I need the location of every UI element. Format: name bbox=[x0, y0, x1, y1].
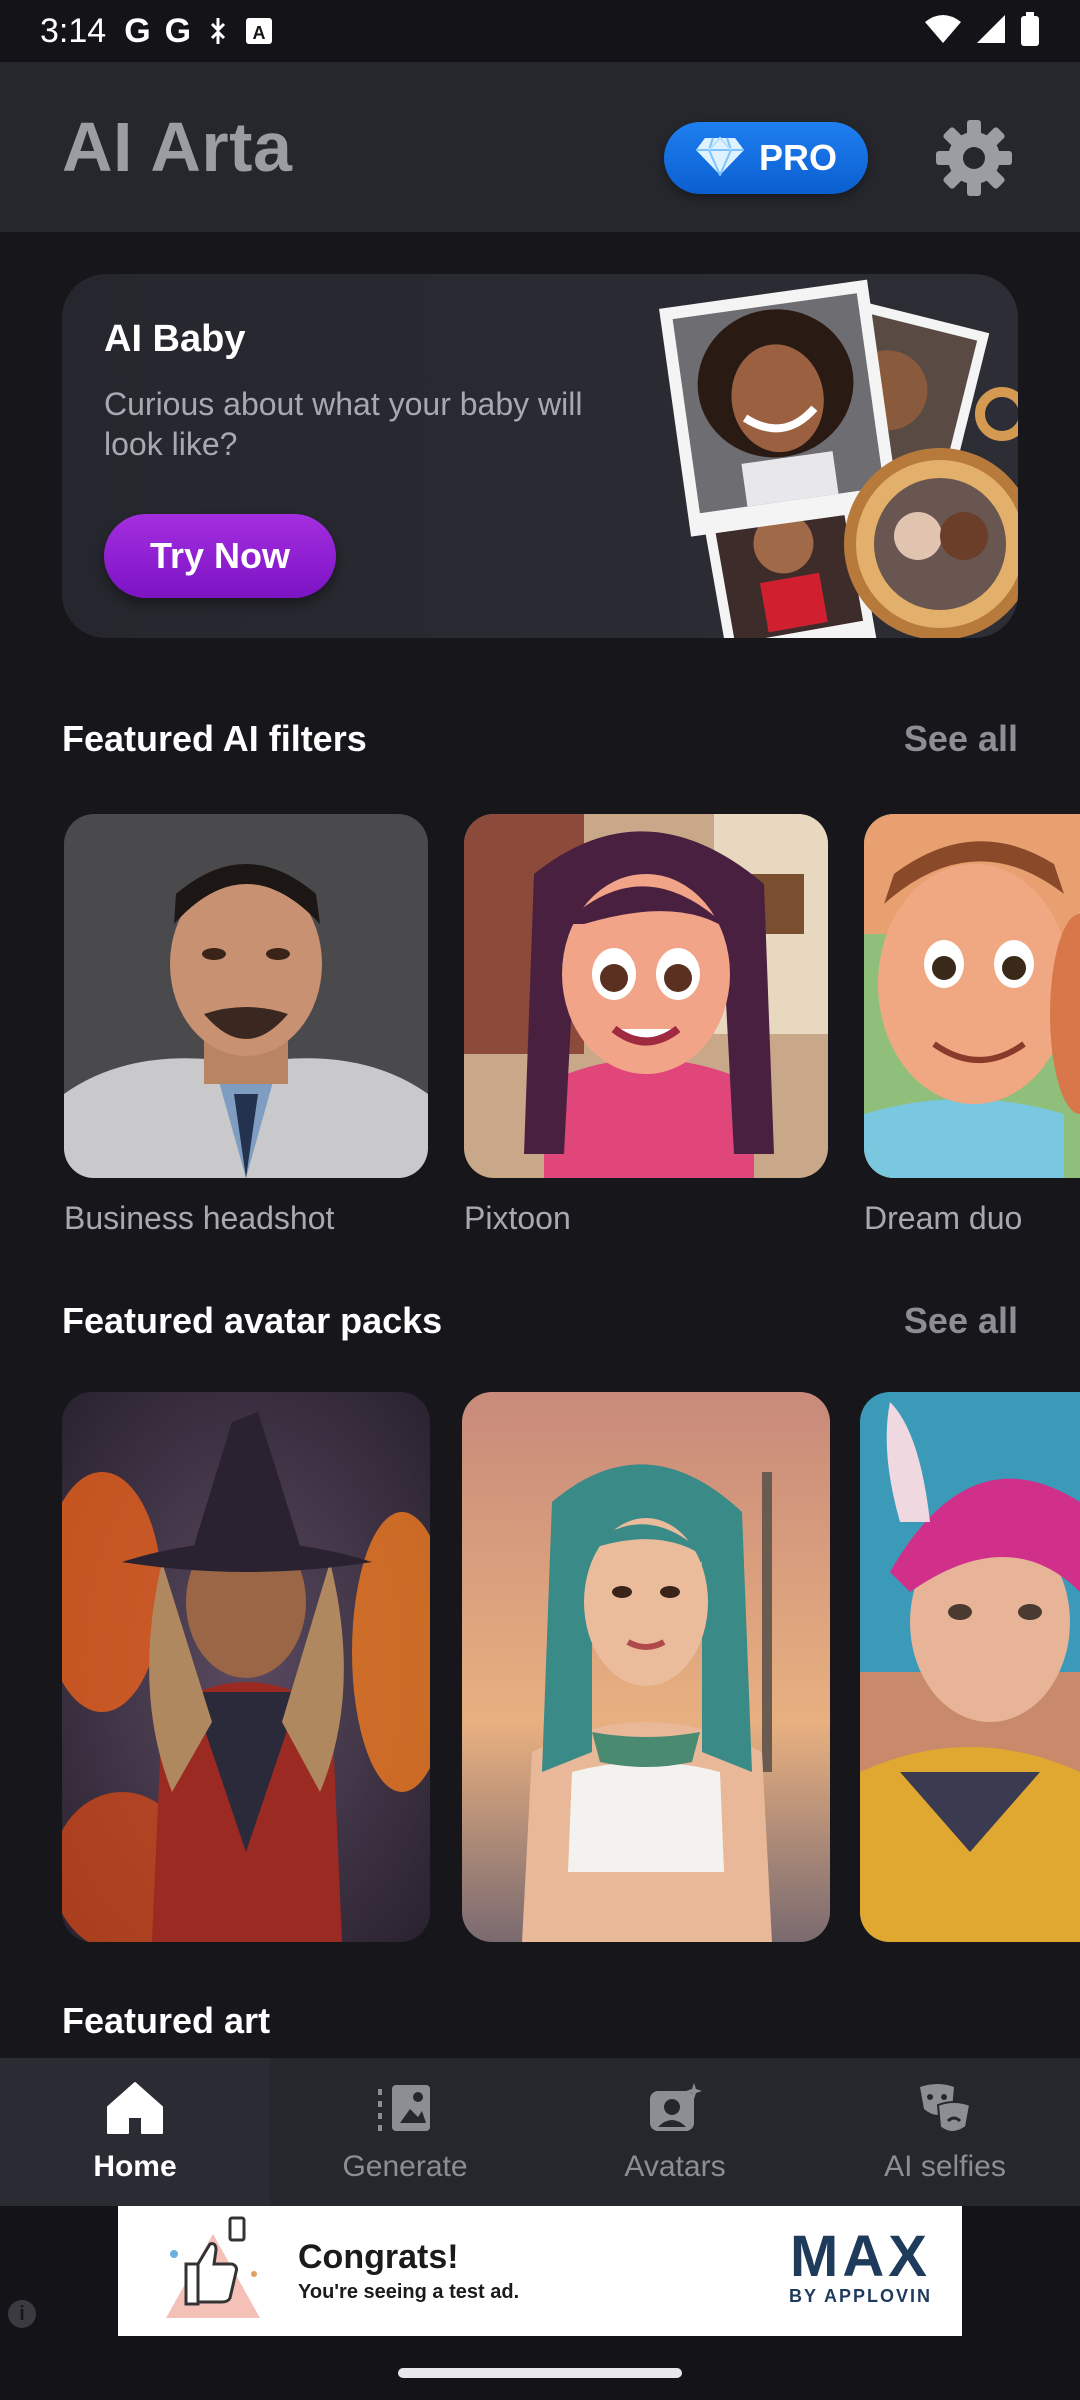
bottom-nav: Home Generate Avatars AI selfies bbox=[0, 2058, 1080, 2206]
wifi-icon bbox=[924, 14, 962, 49]
promo-title: AI Baby bbox=[104, 318, 246, 360]
gear-icon bbox=[934, 118, 1014, 203]
app-bar: AI Arta PRO bbox=[0, 62, 1080, 232]
ad-brand-name: MAX bbox=[790, 2224, 931, 2289]
pro-label: PRO bbox=[758, 137, 837, 178]
avatars-section-header: Featured avatar packs See all bbox=[62, 1300, 1018, 1342]
nav-ai-selfies-label: AI selfies bbox=[884, 2149, 1006, 2183]
svg-text:A: A bbox=[253, 23, 266, 43]
avatars-section-title: Featured avatar packs bbox=[62, 1300, 443, 1341]
art-section-header: Featured art bbox=[62, 2000, 1018, 2042]
filter-card-pixtoon[interactable] bbox=[464, 814, 828, 1178]
data-saver-icon bbox=[205, 16, 231, 46]
nav-ai-selfies[interactable]: AI selfies bbox=[810, 2058, 1080, 2206]
art-section-title: Featured art bbox=[62, 2000, 271, 2041]
filter-card-dream-duo[interactable] bbox=[864, 814, 1080, 1178]
try-now-button[interactable]: Try Now bbox=[104, 514, 336, 598]
test-ad-banner[interactable]: Congrats! You're seeing a test ad. MAX B… bbox=[118, 2206, 962, 2336]
nav-avatars[interactable]: Avatars bbox=[540, 2058, 810, 2206]
filter-card-business-headshot[interactable] bbox=[64, 814, 428, 1178]
avatars-see-all-link[interactable]: See all bbox=[904, 1300, 1018, 1342]
a-icon: A bbox=[245, 17, 273, 45]
nav-generate[interactable]: Generate bbox=[270, 2058, 540, 2206]
app-title: AI Arta bbox=[62, 108, 293, 186]
filters-see-all-link[interactable]: See all bbox=[904, 718, 1018, 760]
ad-title: Congrats! bbox=[298, 2238, 459, 2276]
status-time: 3:14 bbox=[40, 11, 107, 50]
google-icon: G bbox=[124, 11, 151, 50]
nav-generate-label: Generate bbox=[342, 2149, 468, 2183]
pro-button[interactable]: PRO bbox=[664, 122, 868, 194]
home-indicator[interactable] bbox=[398, 2368, 682, 2378]
battery-icon bbox=[1020, 11, 1040, 51]
avatar-pack-tattoo[interactable] bbox=[462, 1392, 830, 1942]
nav-home[interactable]: Home bbox=[0, 2058, 270, 2206]
avatar-pack-witch[interactable] bbox=[62, 1392, 430, 1942]
avatars-icon bbox=[646, 2081, 704, 2140]
nav-avatars-label: Avatars bbox=[624, 2149, 726, 2183]
status-bar: 3:14 G G A bbox=[0, 0, 1080, 62]
filters-section-title: Featured AI filters bbox=[62, 718, 367, 759]
masks-icon bbox=[916, 2081, 974, 2140]
filter-label-pixtoon: Pixtoon bbox=[464, 1200, 571, 1236]
home-icon bbox=[106, 2081, 164, 2140]
generate-icon bbox=[376, 2081, 434, 2140]
ad-brand-sub: BY APPLOVIN bbox=[788, 2286, 932, 2306]
settings-button[interactable] bbox=[932, 118, 1016, 202]
filters-section-header: Featured AI filters See all bbox=[62, 718, 1018, 760]
avatar-pack-punk[interactable] bbox=[860, 1392, 1080, 1942]
ad-area: Congrats! You're seeing a test ad. MAX B… bbox=[0, 2206, 1080, 2400]
filter-label-business-headshot: Business headshot bbox=[64, 1200, 335, 1236]
filter-label-dream-duo: Dream duo bbox=[864, 1200, 1023, 1236]
nav-home-label: Home bbox=[93, 2149, 177, 2183]
info-icon[interactable]: i bbox=[8, 2300, 36, 2328]
diamond-icon bbox=[695, 136, 745, 181]
promo-photos-image bbox=[652, 274, 1018, 638]
google-icon: G bbox=[164, 11, 192, 50]
ai-baby-promo-card[interactable]: AI Baby Curious about what your baby wil… bbox=[62, 274, 1018, 638]
ad-subtitle: You're seeing a test ad. bbox=[298, 2281, 520, 2303]
thumbs-up-icon bbox=[158, 2214, 268, 2329]
signal-icon bbox=[976, 14, 1006, 49]
ad-brand-logo: MAX BY APPLOVIN bbox=[789, 2228, 932, 2307]
try-now-label: Try Now bbox=[149, 535, 291, 576]
promo-subtitle: Curious about what your baby will look l… bbox=[104, 386, 583, 462]
